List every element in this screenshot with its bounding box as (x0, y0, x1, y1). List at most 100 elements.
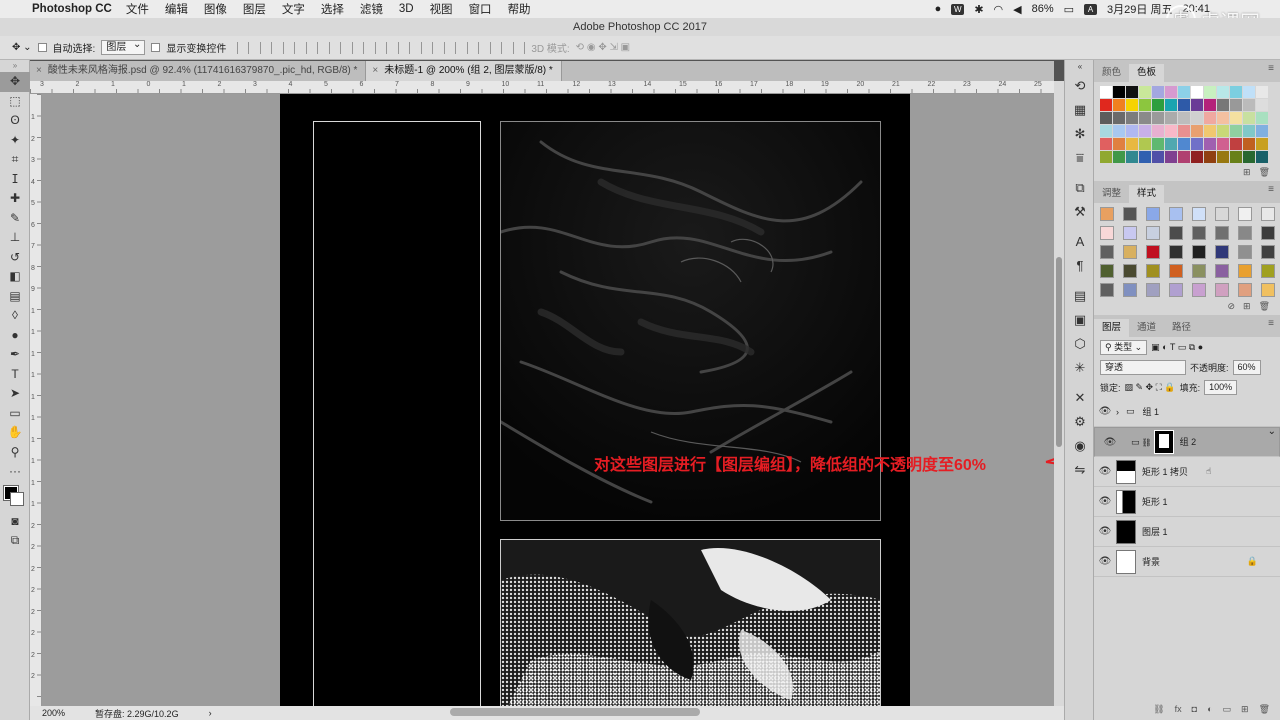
color-swatch[interactable] (1243, 138, 1255, 150)
more-tools-icon[interactable]: ··· (0, 462, 30, 482)
adjustment-layer-icon[interactable]: ◐ (1207, 704, 1212, 718)
color-swatch[interactable] (1113, 86, 1125, 98)
properties-panel-icon[interactable]: ▦ (1065, 98, 1095, 122)
style-swatch[interactable] (1215, 226, 1229, 240)
color-swatch[interactable] (1256, 138, 1268, 150)
style-swatch[interactable] (1261, 245, 1275, 259)
style-swatch[interactable] (1238, 207, 1252, 221)
info-panel-icon[interactable]: ◉ (1065, 434, 1095, 458)
align-vcenter-icon[interactable] (260, 41, 273, 54)
word-icon[interactable]: W (951, 3, 965, 15)
style-swatch[interactable] (1123, 264, 1137, 278)
style-swatch[interactable] (1146, 226, 1160, 240)
layer-row-background[interactable]: 👁 背景 🔒 (1094, 547, 1280, 577)
style-swatch[interactable] (1238, 264, 1252, 278)
character-panel-icon[interactable]: A (1065, 230, 1095, 254)
color-swatch[interactable] (1165, 112, 1177, 124)
color-swatch[interactable] (1256, 151, 1268, 163)
auto-select-checkbox[interactable] (37, 43, 47, 52)
color-swatch[interactable] (1100, 99, 1112, 111)
menu-edit[interactable]: 编辑 (165, 1, 188, 17)
color-swatch[interactable] (1204, 125, 1216, 137)
layer-filter-dropdown[interactable]: ⚲ 类型 ⌄ (1100, 339, 1148, 355)
style-swatch[interactable] (1123, 245, 1137, 259)
tab-poster-doc[interactable]: × 酸性未来风格海报.psd @ 92.4% (11741616379870_.p… (30, 61, 367, 81)
menu-file[interactable]: 文件 (126, 1, 149, 17)
color-swatch[interactable] (1152, 125, 1164, 137)
color-swatch[interactable] (1243, 99, 1255, 111)
color-swatch[interactable] (1152, 99, 1164, 111)
color-swatch[interactable] (1256, 125, 1268, 137)
pen-tool-icon[interactable]: ✒ (0, 345, 30, 365)
color-swatch[interactable] (1165, 125, 1177, 137)
battery-icon[interactable]: ▭ (1064, 3, 1074, 16)
style-swatch[interactable] (1100, 245, 1114, 259)
actions-panel-icon[interactable]: ▣ (1065, 308, 1095, 332)
document-canvas[interactable] (280, 94, 910, 706)
color-swatch[interactable] (1113, 138, 1125, 150)
tab-swatches[interactable]: 色板 (1129, 64, 1165, 82)
color-swatch[interactable] (1243, 125, 1255, 137)
link-layers-icon[interactable]: ⛓ (1153, 704, 1164, 718)
horizontal-ruler[interactable]: 3 2 1 0 1 2 3 4 5 6 7 8 9 10 11 12 13 14 15 16 17 18 19 20 21 22 2… (30, 81, 1054, 94)
style-swatch[interactable] (1238, 245, 1252, 259)
color-swatch[interactable] (1230, 112, 1242, 124)
color-swatch[interactable] (1152, 151, 1164, 163)
color-swatch[interactable] (1243, 86, 1255, 98)
timeline-icon[interactable]: ✳ (1065, 356, 1095, 380)
color-swatch[interactable] (1139, 138, 1151, 150)
style-swatch[interactable] (1192, 207, 1206, 221)
panel-menu-icon[interactable]: ≡ (1268, 63, 1274, 74)
style-swatch[interactable] (1146, 207, 1160, 221)
screen-mode-icon[interactable]: ⧉ (0, 531, 30, 551)
style-swatch[interactable] (1215, 245, 1229, 259)
color-swatch[interactable] (1256, 112, 1268, 124)
close-icon[interactable]: × (36, 65, 42, 76)
bluetooth-icon[interactable]: ✱ (974, 3, 983, 16)
brush-tool-icon[interactable]: ✎ (0, 209, 30, 229)
navigator-icon[interactable]: ⚙ (1065, 410, 1095, 434)
history-brush-tool-icon[interactable]: ↺ (0, 248, 30, 268)
app-menu[interactable]: Photoshop CC (32, 3, 112, 15)
color-swatch[interactable] (1100, 138, 1112, 150)
color-swatch[interactable] (1204, 138, 1216, 150)
color-swatch[interactable] (1191, 112, 1203, 124)
tool-presets-icon[interactable]: ⚒ (1065, 200, 1095, 224)
distribute-left-icon[interactable] (444, 41, 457, 54)
color-swatch[interactable] (1256, 99, 1268, 111)
wifi-icon[interactable]: ◠ (994, 3, 1004, 16)
style-swatch[interactable] (1123, 283, 1137, 297)
color-swatch[interactable] (1100, 112, 1112, 124)
trash-icon[interactable]: 🗑 (1259, 301, 1270, 315)
style-swatch[interactable] (1100, 226, 1114, 240)
style-swatch[interactable] (1100, 264, 1114, 278)
color-swatch[interactable] (1191, 138, 1203, 150)
color-swatch[interactable] (1230, 138, 1242, 150)
color-swatch[interactable] (1217, 112, 1229, 124)
color-swatch[interactable] (1165, 86, 1177, 98)
align-bottom-icon[interactable] (283, 41, 296, 54)
style-swatch[interactable] (1261, 283, 1275, 297)
eyedropper-tool-icon[interactable]: ⵊ (0, 170, 30, 190)
layer-row-layer1[interactable]: 👁 图层 1 (1094, 517, 1280, 547)
color-swatch[interactable] (1230, 99, 1242, 111)
color-swatch[interactable] (1152, 112, 1164, 124)
fx-icon[interactable]: fx (1175, 704, 1182, 718)
color-swatch[interactable] (1126, 138, 1138, 150)
color-swatch[interactable] (1113, 151, 1125, 163)
distribute-bottom-icon[interactable] (421, 41, 434, 54)
align-hcenter-icon[interactable] (329, 41, 342, 54)
color-swatch[interactable] (1230, 151, 1242, 163)
menu-3d[interactable]: 3D (399, 3, 414, 15)
menu-window[interactable]: 窗口 (469, 1, 492, 17)
type-tool-icon[interactable]: T (0, 365, 30, 385)
color-swatch[interactable] (1204, 99, 1216, 111)
color-swatch[interactable] (1113, 112, 1125, 124)
auto-align-icon[interactable] (513, 41, 526, 54)
new-group-icon[interactable]: ▭ (1223, 704, 1232, 718)
color-swatch[interactable] (1139, 86, 1151, 98)
style-swatch[interactable] (1192, 283, 1206, 297)
align-top-icon[interactable] (237, 41, 250, 54)
style-swatch[interactable] (1123, 207, 1137, 221)
color-swatches[interactable] (0, 482, 29, 512)
